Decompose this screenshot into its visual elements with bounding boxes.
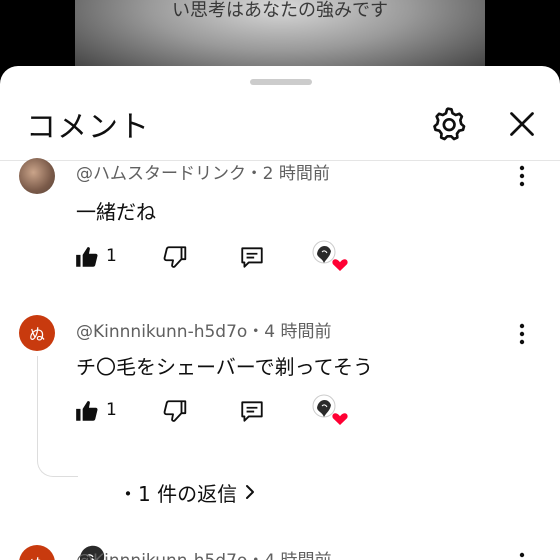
video-frame[interactable]: い思考はあなたの強みです <box>75 0 485 75</box>
avatar[interactable] <box>19 158 55 194</box>
comment-text: 一緒だね <box>76 200 156 224</box>
comment-author[interactable]: @ハムスタードリンク・2 時間前 <box>76 159 330 184</box>
comment-item: ぬ @Kinnnikunn-h5d7o・4 時間前 チ〇毛をシェーバーで剃ってそ… <box>0 315 560 560</box>
thumb-up-icon[interactable] <box>74 244 100 270</box>
comment-author[interactable]: @Kinnnikunn-h5d7o・4 時間前 <box>76 546 332 560</box>
comments-sheet: コメント @ハムスタードリンク・2 時間前 一緒だね 1 ぬ @Kinnniku… <box>0 66 560 560</box>
like-count: 1 <box>106 400 117 420</box>
creator-heart-icon <box>312 240 348 271</box>
thumb-down-icon[interactable] <box>162 244 188 270</box>
more-vert-icon[interactable] <box>512 551 532 560</box>
comment-author[interactable]: @Kinnnikunn-h5d7o・4 時間前 <box>76 317 332 342</box>
video-player-area[interactable]: い思考はあなたの強みです <box>0 0 560 75</box>
comment-text: チ〇毛をシェーバーで剃ってそう <box>76 355 373 379</box>
view-replies-button[interactable]: ・1 件の返信 <box>118 478 237 507</box>
reply-comment-icon[interactable] <box>238 398 266 424</box>
like-count: 1 <box>106 246 117 266</box>
more-vert-icon[interactable] <box>512 164 532 188</box>
thumb-up-icon[interactable] <box>74 398 100 424</box>
chevron-right-icon[interactable] <box>242 482 258 502</box>
video-caption: い思考はあなたの強みです <box>172 0 388 21</box>
avatar[interactable]: ぬ <box>19 545 55 560</box>
thumb-down-icon[interactable] <box>162 398 188 424</box>
sheet-title: コメント <box>26 110 150 145</box>
close-icon[interactable] <box>504 106 540 142</box>
more-vert-icon[interactable] <box>512 322 532 346</box>
reply-comment-icon[interactable] <box>238 244 266 270</box>
avatar[interactable]: ぬ <box>19 315 55 351</box>
comment-item: ぬ @Kinnnikunn-h5d7o・4 時間前 <box>0 545 560 560</box>
drag-handle[interactable] <box>250 79 312 85</box>
gear-icon[interactable] <box>428 104 468 144</box>
comment-item: @ハムスタードリンク・2 時間前 一緒だね 1 <box>0 158 560 280</box>
thread-line <box>37 356 78 477</box>
creator-heart-icon <box>312 394 348 425</box>
